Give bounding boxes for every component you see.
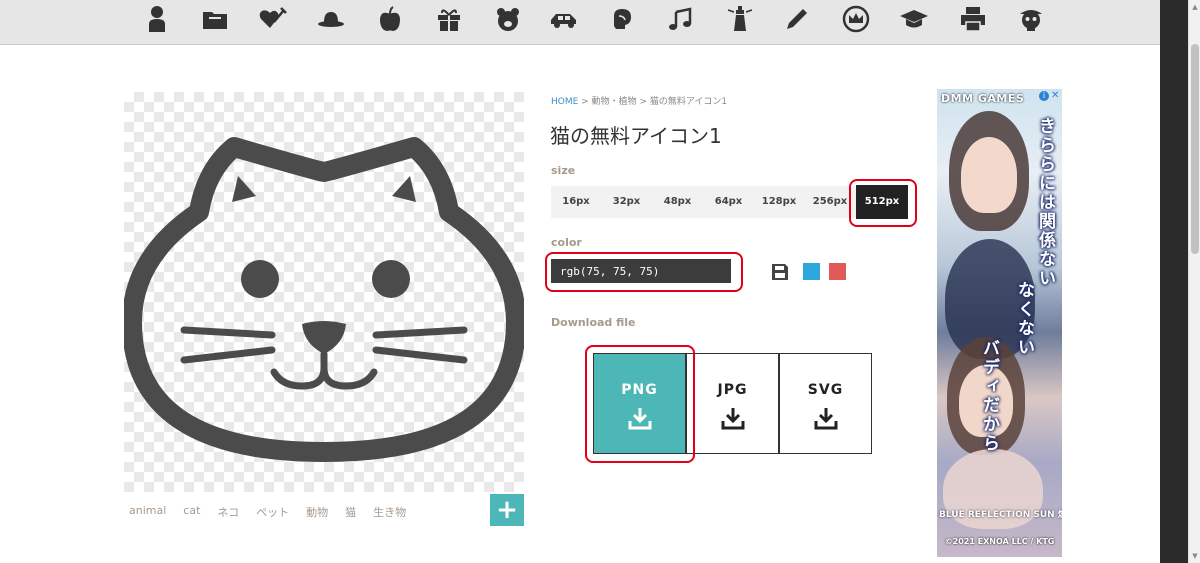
music-note-icon[interactable] [663,2,699,36]
breadcrumb-home[interactable]: HOME [551,97,578,107]
color-swatch-red[interactable] [829,263,846,280]
printer-icon[interactable] [955,2,991,36]
tag-item[interactable]: 猫 [345,504,356,520]
crown-badge-icon[interactable] [838,2,874,36]
size-option-32px[interactable]: 32px [601,186,652,218]
scroll-up-icon[interactable]: ▲ [1191,2,1199,12]
ad-game-title: BLUE REFLECTION SUN 燦 [939,510,1062,520]
gift-icon[interactable] [431,2,467,36]
tag-item[interactable]: 動物 [306,504,328,520]
ad-brand-logo: DMM GAMES [941,92,1025,105]
cat-face-icon [124,137,524,462]
download-svg-button[interactable]: SVG [779,353,872,454]
download-label: Download file [551,316,636,329]
color-input[interactable] [551,259,731,283]
tag-item[interactable]: animal [129,504,166,520]
ad-copy-text: なくない [1014,281,1034,357]
category-bar [0,0,1160,45]
page-gutter [1160,0,1188,563]
size-option-256px[interactable]: 256px [804,186,856,218]
page-title: 猫の無料アイコン1 [550,124,722,148]
tag-item[interactable]: cat [183,504,200,520]
person-icon[interactable] [139,2,175,36]
download-format-label: JPG [717,382,748,398]
size-option-512px[interactable]: 512px [856,185,908,219]
save-color-icon[interactable] [770,262,790,282]
download-icon [628,408,652,430]
tag-item[interactable]: 生き物 [373,504,406,520]
size-option-64px[interactable]: 64px [703,186,754,218]
car-icon[interactable] [546,2,582,36]
size-option-48px[interactable]: 48px [652,186,703,218]
download-png-button[interactable]: PNG [593,353,686,454]
ad-copy-text: きららには関係ない [1035,117,1055,288]
size-option-16px[interactable]: 16px [551,186,601,218]
vertical-scrollbar[interactable]: ▲ ▼ [1188,0,1200,563]
download-icon [721,408,745,430]
download-icon [814,408,838,430]
breadcrumb-current: 猫の無料アイコン1 [649,97,728,107]
color-label: color [551,236,582,249]
ad-copyright: ©2021 EXNOA LLC / KTG [944,537,1055,546]
bear-icon[interactable] [490,2,526,36]
graduation-cap-icon[interactable] [896,2,932,36]
hat-icon[interactable] [313,2,349,36]
color-swatch-blue[interactable] [803,263,820,280]
breadcrumb-category[interactable]: 動物・植物 [592,97,637,107]
tag-item[interactable]: ペット [256,504,289,520]
size-label: size [551,164,576,177]
apple-icon[interactable] [372,2,408,36]
tag-list: animal cat ネコ ペット 動物 猫 生き物 [129,504,423,520]
ad-copy-text: バディだから [979,339,999,453]
pirate-skull-icon[interactable] [1013,2,1049,36]
breadcrumb: HOME > 動物・植物 > 猫の無料アイコン1 [551,94,727,107]
ad-close-icon[interactable]: ✕ [1051,90,1059,101]
ad-character-face [961,137,1017,213]
tag-item[interactable]: ネコ [217,504,239,520]
ad-info-icon[interactable]: i [1039,91,1049,101]
download-format-label: PNG [621,382,658,398]
breadcrumb-separator: > [578,97,592,107]
folder-icon[interactable] [197,2,233,36]
heart-syringe-icon[interactable] [255,2,291,36]
download-format-label: SVG [807,382,844,398]
boxing-glove-icon[interactable] [604,2,640,36]
download-jpg-button[interactable]: JPG [686,353,779,454]
pencil-icon[interactable] [779,2,815,36]
breadcrumb-separator: > [636,97,650,107]
scroll-thumb[interactable] [1191,44,1199,254]
icon-preview [124,92,524,492]
size-option-128px[interactable]: 128px [754,186,804,218]
scroll-down-icon[interactable]: ▼ [1191,551,1199,561]
size-selector: 16px 32px 48px 64px 128px 256px 512px [551,185,908,219]
advertisement[interactable]: DMM GAMES i ✕ きららには関係ない なくない バディだから BLUE… [937,89,1062,557]
lighthouse-icon[interactable] [722,2,758,36]
add-tag-button[interactable]: + [490,494,524,526]
